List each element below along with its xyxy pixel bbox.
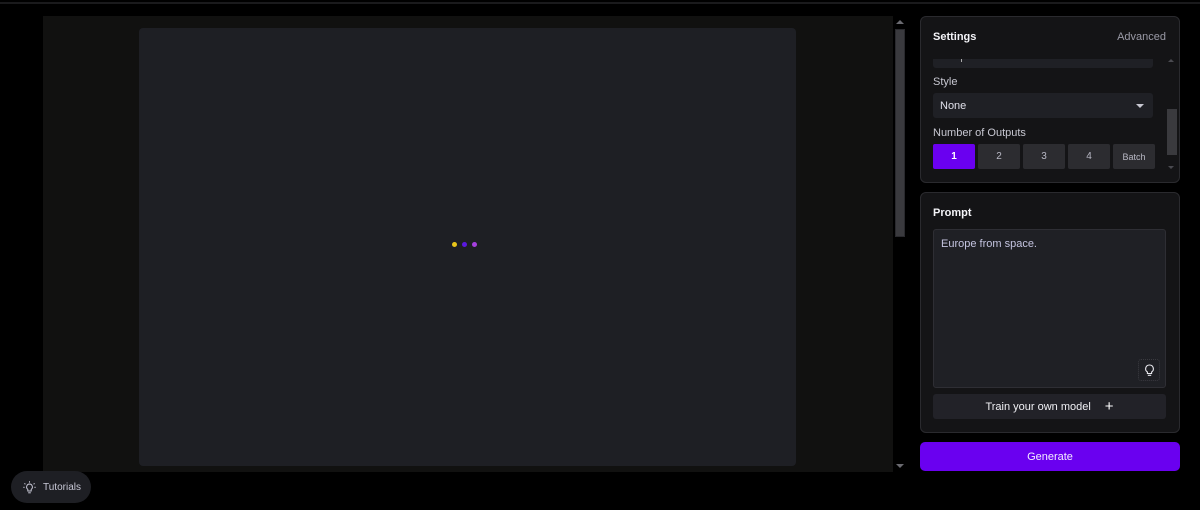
style-selected-value: None [940, 100, 967, 112]
canvas-area [43, 16, 893, 472]
settings-scrollbar[interactable] [1167, 59, 1177, 169]
train-model-button[interactable]: Train your own model + [933, 394, 1166, 419]
output-option-3[interactable]: 3 [1023, 144, 1065, 169]
output-option-1[interactable]: 1 [933, 144, 975, 169]
prompt-suggest-button[interactable] [1138, 359, 1160, 381]
scroll-down-arrow-icon[interactable] [1168, 166, 1174, 169]
image-canvas [139, 28, 796, 466]
loading-dot [452, 242, 457, 247]
output-option-2[interactable]: 2 [978, 144, 1020, 169]
partially-scrolled-field[interactable] [933, 59, 1153, 68]
outputs-selector: 1 2 3 4 Batch [933, 144, 1155, 169]
output-option-batch[interactable]: Batch [1113, 144, 1155, 169]
settings-panel: Settings Advanced Style None Number of O… [920, 16, 1180, 183]
lightbulb-icon [23, 480, 36, 493]
settings-title: Settings [933, 31, 977, 43]
loading-dot [472, 242, 477, 247]
style-label: Style [933, 76, 958, 88]
tutorials-label: Tutorials [43, 481, 81, 493]
loading-dot [462, 242, 467, 247]
main-scrollbar[interactable] [895, 20, 905, 468]
scrollbar-thumb[interactable] [1167, 109, 1177, 155]
output-option-4[interactable]: 4 [1068, 144, 1110, 169]
outputs-label: Number of Outputs [933, 127, 1026, 139]
loading-indicator [452, 242, 477, 247]
prompt-panel: Prompt Europe from space. Train your own… [920, 192, 1180, 433]
train-model-label: Train your own model [985, 400, 1091, 413]
scroll-up-arrow-icon[interactable] [1168, 59, 1174, 62]
prompt-title: Prompt [933, 207, 972, 219]
scroll-down-arrow-icon[interactable] [896, 464, 904, 468]
chevron-down-icon [1136, 104, 1144, 108]
scrollbar-thumb[interactable] [895, 29, 905, 237]
top-divider [0, 2, 1200, 4]
plus-icon: + [1104, 398, 1114, 415]
generate-button[interactable]: Generate [920, 442, 1180, 471]
lightbulb-icon [1144, 363, 1154, 376]
tutorials-button[interactable]: Tutorials [11, 471, 91, 503]
scroll-up-arrow-icon[interactable] [896, 20, 904, 24]
advanced-link[interactable]: Advanced [1117, 31, 1166, 43]
prompt-input[interactable]: Europe from space. [933, 229, 1166, 388]
style-select[interactable]: None [933, 93, 1153, 118]
